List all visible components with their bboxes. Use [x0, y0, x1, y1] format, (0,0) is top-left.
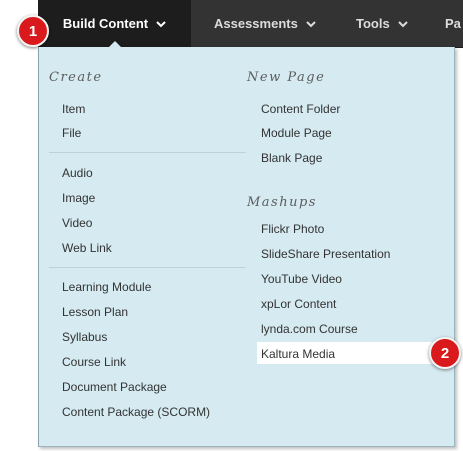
step-2-badge: 2: [429, 337, 461, 369]
build-content-menu-button[interactable]: Build Content: [38, 0, 191, 48]
menu-item-web-link[interactable]: Web Link: [62, 241, 112, 255]
step-1-badge: 1: [17, 15, 49, 47]
mashups-heading: Mashups: [247, 195, 317, 210]
divider: [49, 267, 246, 268]
menu-item-file[interactable]: File: [62, 126, 81, 140]
menu-item-content-package-scorm[interactable]: Content Package (SCORM): [62, 405, 210, 419]
menu-item-module-page[interactable]: Module Page: [261, 126, 332, 140]
create-heading: Create: [49, 70, 103, 85]
chevron-down-icon: [156, 16, 166, 31]
chevron-down-icon: [397, 16, 408, 31]
menu-item-lynda-course[interactable]: lynda.com Course: [261, 322, 358, 336]
menu-item-audio[interactable]: Audio: [62, 166, 93, 180]
step-1-number: 1: [28, 22, 38, 40]
menu-item-xplor-content[interactable]: xpLor Content: [261, 297, 336, 311]
menu-item-lesson-plan[interactable]: Lesson Plan: [62, 305, 128, 319]
tools-label: Tools: [356, 16, 390, 31]
menu-item-kaltura-media[interactable]: Kaltura Media: [261, 347, 335, 361]
build-content-label: Build Content: [62, 16, 149, 31]
menu-item-image[interactable]: Image: [62, 191, 95, 205]
menu-item-youtube-video[interactable]: YouTube Video: [261, 272, 342, 286]
step-2-number: 2: [440, 344, 450, 362]
chevron-down-icon: [306, 16, 316, 31]
divider: [49, 152, 246, 153]
menu-item-video[interactable]: Video: [62, 216, 92, 230]
assessments-label: Assessments: [214, 16, 298, 31]
assessments-menu-button[interactable]: Assessments: [214, 0, 316, 47]
menu-item-syllabus[interactable]: Syllabus: [62, 330, 107, 344]
menu-item-learning-module[interactable]: Learning Module: [62, 280, 151, 294]
menu-item-document-package[interactable]: Document Package: [62, 380, 167, 394]
partner-content-menu-button[interactable]: Pa: [445, 0, 461, 47]
menu-item-course-link[interactable]: Course Link: [62, 355, 126, 369]
top-bar: Build Content Assessments Tools Pa: [0, 0, 463, 48]
tools-menu-button[interactable]: Tools: [356, 0, 408, 47]
build-content-dropdown: Create Item File Audio Image Video Web L…: [38, 47, 455, 447]
new-page-heading: New Page: [247, 70, 326, 85]
menu-item-flickr-photo[interactable]: Flickr Photo: [261, 222, 324, 236]
partner-content-label: Pa: [445, 16, 461, 31]
menu-item-blank-page[interactable]: Blank Page: [261, 151, 322, 165]
course-menu-bar: Build Content Assessments Tools Pa: [38, 0, 463, 48]
menu-item-content-folder[interactable]: Content Folder: [261, 102, 340, 116]
menu-item-item[interactable]: Item: [62, 102, 85, 116]
menu-item-slideshare-presentation[interactable]: SlideShare Presentation: [261, 247, 390, 261]
